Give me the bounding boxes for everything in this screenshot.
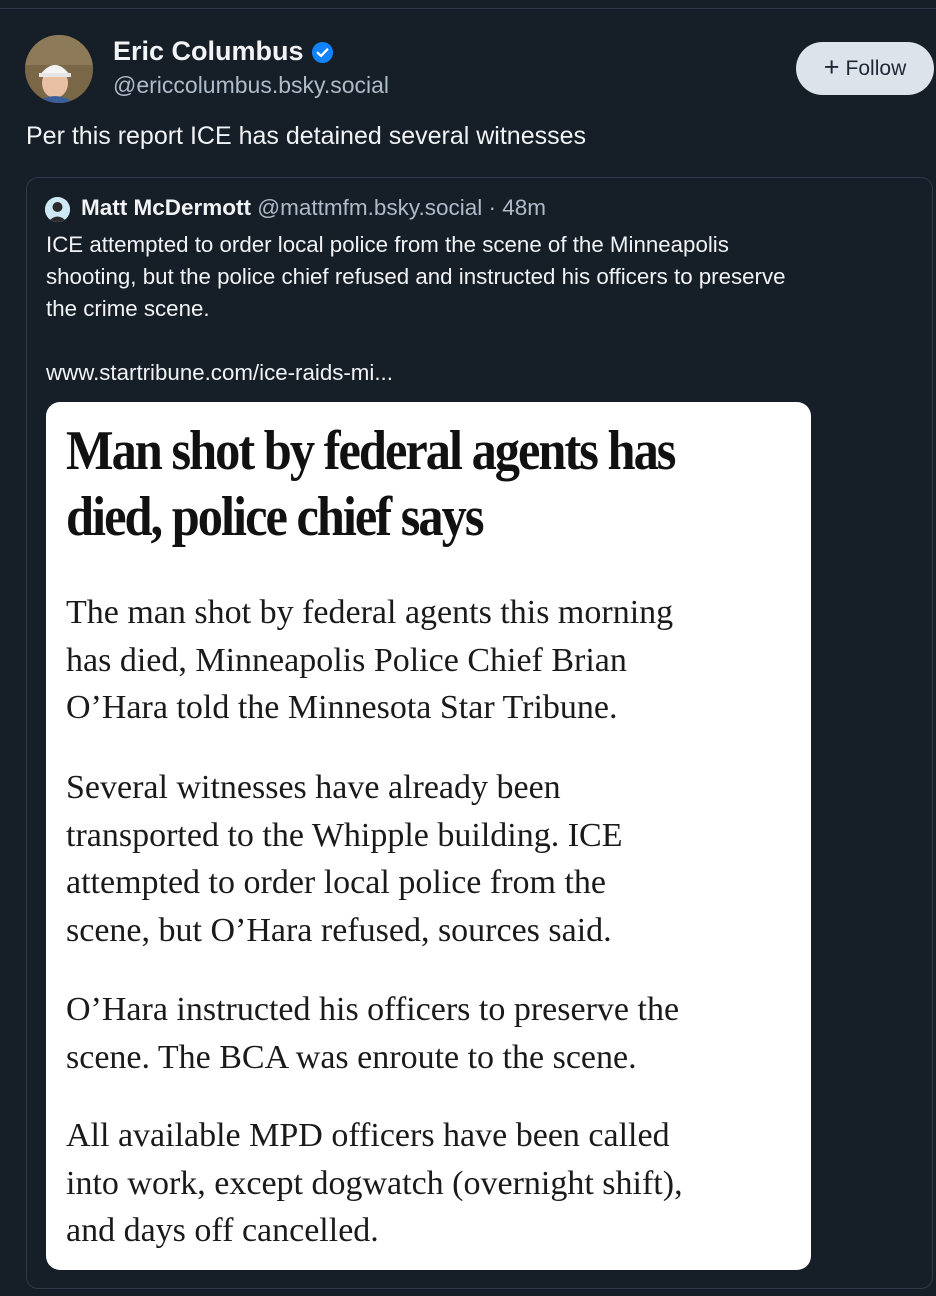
author-avatar[interactable] [25,35,93,103]
quote-author-name: Matt McDermott [81,195,252,220]
quote-timestamp: 48m [502,195,547,220]
top-divider [0,8,936,9]
quote-author-handle: @mattmfm.bsky.social [257,195,483,220]
quote-header: Matt McDermott @mattmfm.bsky.social · 48… [81,195,546,221]
article-headline: Man shot by federal agents has died, pol… [66,420,676,548]
follow-button[interactable]: + Follow [796,42,934,95]
author-handle[interactable]: @ericcolumbus.bsky.social [113,72,389,99]
article-paragraph: The man shot by federal agents this morn… [66,594,674,726]
post-view: Eric Columbus @ericcolumbus.bsky.social … [0,0,936,1296]
post-text: Per this report ICE has detained several… [26,122,586,150]
article-screenshot-image[interactable]: Man shot by federal agents has died, pol… [46,402,811,1270]
article-paragraph: O’Hara instructed his officers to preser… [66,991,680,1076]
quote-author-avatar [45,197,70,222]
quote-text: ICE attempted to order local police from… [46,232,786,321]
article-paragraph: All available MPD officers have been cal… [66,1117,683,1249]
author-name[interactable]: Eric Columbus [113,36,334,67]
follow-label: Follow [845,56,907,80]
author-name-text[interactable]: Eric Columbus [113,36,304,67]
plus-icon: + [823,52,840,82]
quote-separator: · [488,195,497,220]
article-paragraph: Several witnesses have already been tran… [66,769,623,949]
quote-link[interactable]: www.startribune.com/ice-raids-mi... [46,357,393,389]
verified-check-icon [311,40,334,64]
